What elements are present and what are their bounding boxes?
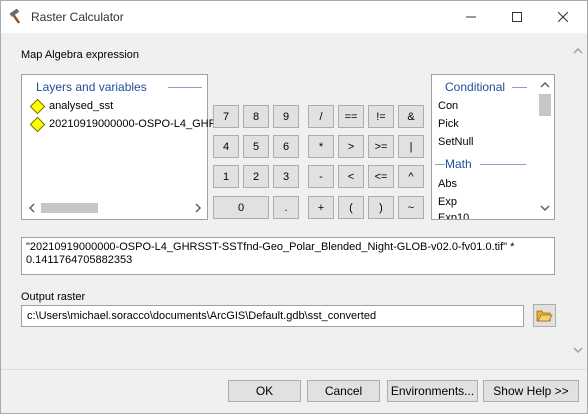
calc-button-4[interactable]: 4	[213, 135, 239, 158]
calc-button-8[interactable]: 8	[243, 105, 269, 128]
calc-button-greater[interactable]: >	[338, 135, 364, 158]
calc-button-7[interactable]: 7	[213, 105, 239, 128]
functions-vertical-scrollbar[interactable]	[538, 76, 552, 216]
dialog-button-bar: OK Cancel Environments... Show Help >>	[1, 369, 587, 413]
calc-button-close-paren[interactable]: )	[368, 196, 394, 219]
calc-button-9[interactable]: 9	[273, 105, 299, 128]
expression-line-1: "20210919000000-OSPO-L4_GHRSST-SSTfnd-Ge…	[26, 241, 515, 253]
function-item[interactable]: Con	[438, 100, 458, 112]
layer-item[interactable]: analysed_sst	[29, 98, 114, 114]
raster-layer-icon	[29, 116, 46, 132]
environments-button[interactable]: Environments...	[387, 380, 478, 402]
calc-button-plus[interactable]: +	[308, 196, 334, 219]
scroll-right-icon[interactable]	[193, 203, 203, 213]
function-item[interactable]: Exp	[438, 196, 457, 208]
maximize-button[interactable]	[494, 1, 540, 33]
functions-list[interactable]: Conditional Con Pick SetNull Math Abs Ex…	[431, 74, 555, 220]
raster-calculator-window: Raster Calculator Map Algebra expression…	[0, 0, 588, 414]
layer-label: analysed_sst	[49, 100, 114, 112]
calc-button-divide[interactable]: /	[308, 105, 334, 128]
dialog-content: Map Algebra expression Layers and variab…	[1, 33, 587, 413]
layers-horizontal-scrollbar[interactable]	[23, 200, 207, 216]
expression-textbox[interactable]: "20210919000000-OSPO-L4_GHRSST-SSTfnd-Ge…	[21, 237, 555, 275]
close-button[interactable]	[540, 1, 586, 33]
calc-button-3[interactable]: 3	[273, 165, 299, 188]
ok-button[interactable]: OK	[228, 380, 301, 402]
maximize-icon	[512, 12, 522, 22]
calc-button-minus[interactable]: -	[308, 165, 334, 188]
calc-button-less[interactable]: <	[338, 165, 364, 188]
raster-layer-icon	[29, 98, 46, 114]
layers-header: Layers and variables	[36, 80, 147, 94]
close-icon	[558, 12, 568, 22]
show-help-button[interactable]: Show Help >>	[483, 380, 579, 402]
function-item[interactable]: Pick	[438, 118, 459, 130]
scrollbar-thumb[interactable]	[41, 203, 98, 213]
calc-button-2[interactable]: 2	[243, 165, 269, 188]
layers-list[interactable]: Layers and variables analysed_sst 202109…	[21, 74, 224, 220]
scroll-up-icon[interactable]	[540, 80, 550, 90]
math-header-rule-left	[435, 164, 445, 165]
scroll-left-icon[interactable]	[27, 203, 37, 213]
math-header-rule	[480, 164, 526, 165]
title-bar[interactable]: Raster Calculator	[1, 1, 587, 33]
scroll-down-icon[interactable]	[540, 203, 550, 213]
calc-button-decimal[interactable]: .	[273, 196, 299, 219]
cancel-button[interactable]: Cancel	[307, 380, 380, 402]
minimize-button[interactable]	[448, 1, 494, 33]
calc-button-less-equal[interactable]: <=	[368, 165, 394, 188]
calc-button-not-equal[interactable]: !=	[368, 105, 394, 128]
calc-button-or[interactable]: |	[398, 135, 424, 158]
function-item[interactable]: Exp10	[438, 213, 469, 219]
calc-button-6[interactable]: 6	[273, 135, 299, 158]
conditional-header: Conditional	[445, 80, 506, 94]
dialog-vertical-scrollbar[interactable]	[571, 43, 585, 361]
calc-button-and[interactable]: &	[398, 105, 424, 128]
conditional-header-rule	[512, 87, 527, 88]
layers-header-rule	[168, 87, 202, 88]
expression-line-2: 0.1411764705882353	[26, 254, 133, 266]
layer-label: 20210919000000-OSPO-L4_GHRS	[49, 118, 224, 130]
scroll-down-icon[interactable]	[573, 345, 583, 355]
scroll-up-icon[interactable]	[573, 46, 583, 56]
function-item[interactable]: SetNull	[438, 136, 473, 148]
calc-button-0[interactable]: 0	[213, 196, 269, 219]
minimize-icon	[466, 16, 476, 18]
calc-button-multiply[interactable]: *	[308, 135, 334, 158]
calc-button-equal[interactable]: ==	[338, 105, 364, 128]
math-header: Math	[445, 157, 472, 171]
calc-button-1[interactable]: 1	[213, 165, 239, 188]
output-raster-label: Output raster	[21, 291, 86, 303]
scrollbar-thumb[interactable]	[539, 94, 551, 116]
browse-output-button[interactable]	[533, 304, 556, 327]
calc-button-5[interactable]: 5	[243, 135, 269, 158]
calc-button-greater-equal[interactable]: >=	[368, 135, 394, 158]
function-item[interactable]: Abs	[438, 178, 457, 190]
hammer-icon	[9, 8, 25, 25]
open-folder-icon	[536, 310, 553, 322]
calc-button-xor[interactable]: ^	[398, 165, 424, 188]
window-title: Raster Calculator	[31, 10, 124, 24]
layer-item[interactable]: 20210919000000-OSPO-L4_GHRS	[29, 116, 224, 132]
output-raster-input[interactable]: c:\Users\michael.soracco\documents\ArcGI…	[21, 305, 524, 327]
calc-button-open-paren[interactable]: (	[338, 196, 364, 219]
calc-button-not[interactable]: ~	[398, 196, 424, 219]
expression-section-label: Map Algebra expression	[21, 49, 140, 61]
